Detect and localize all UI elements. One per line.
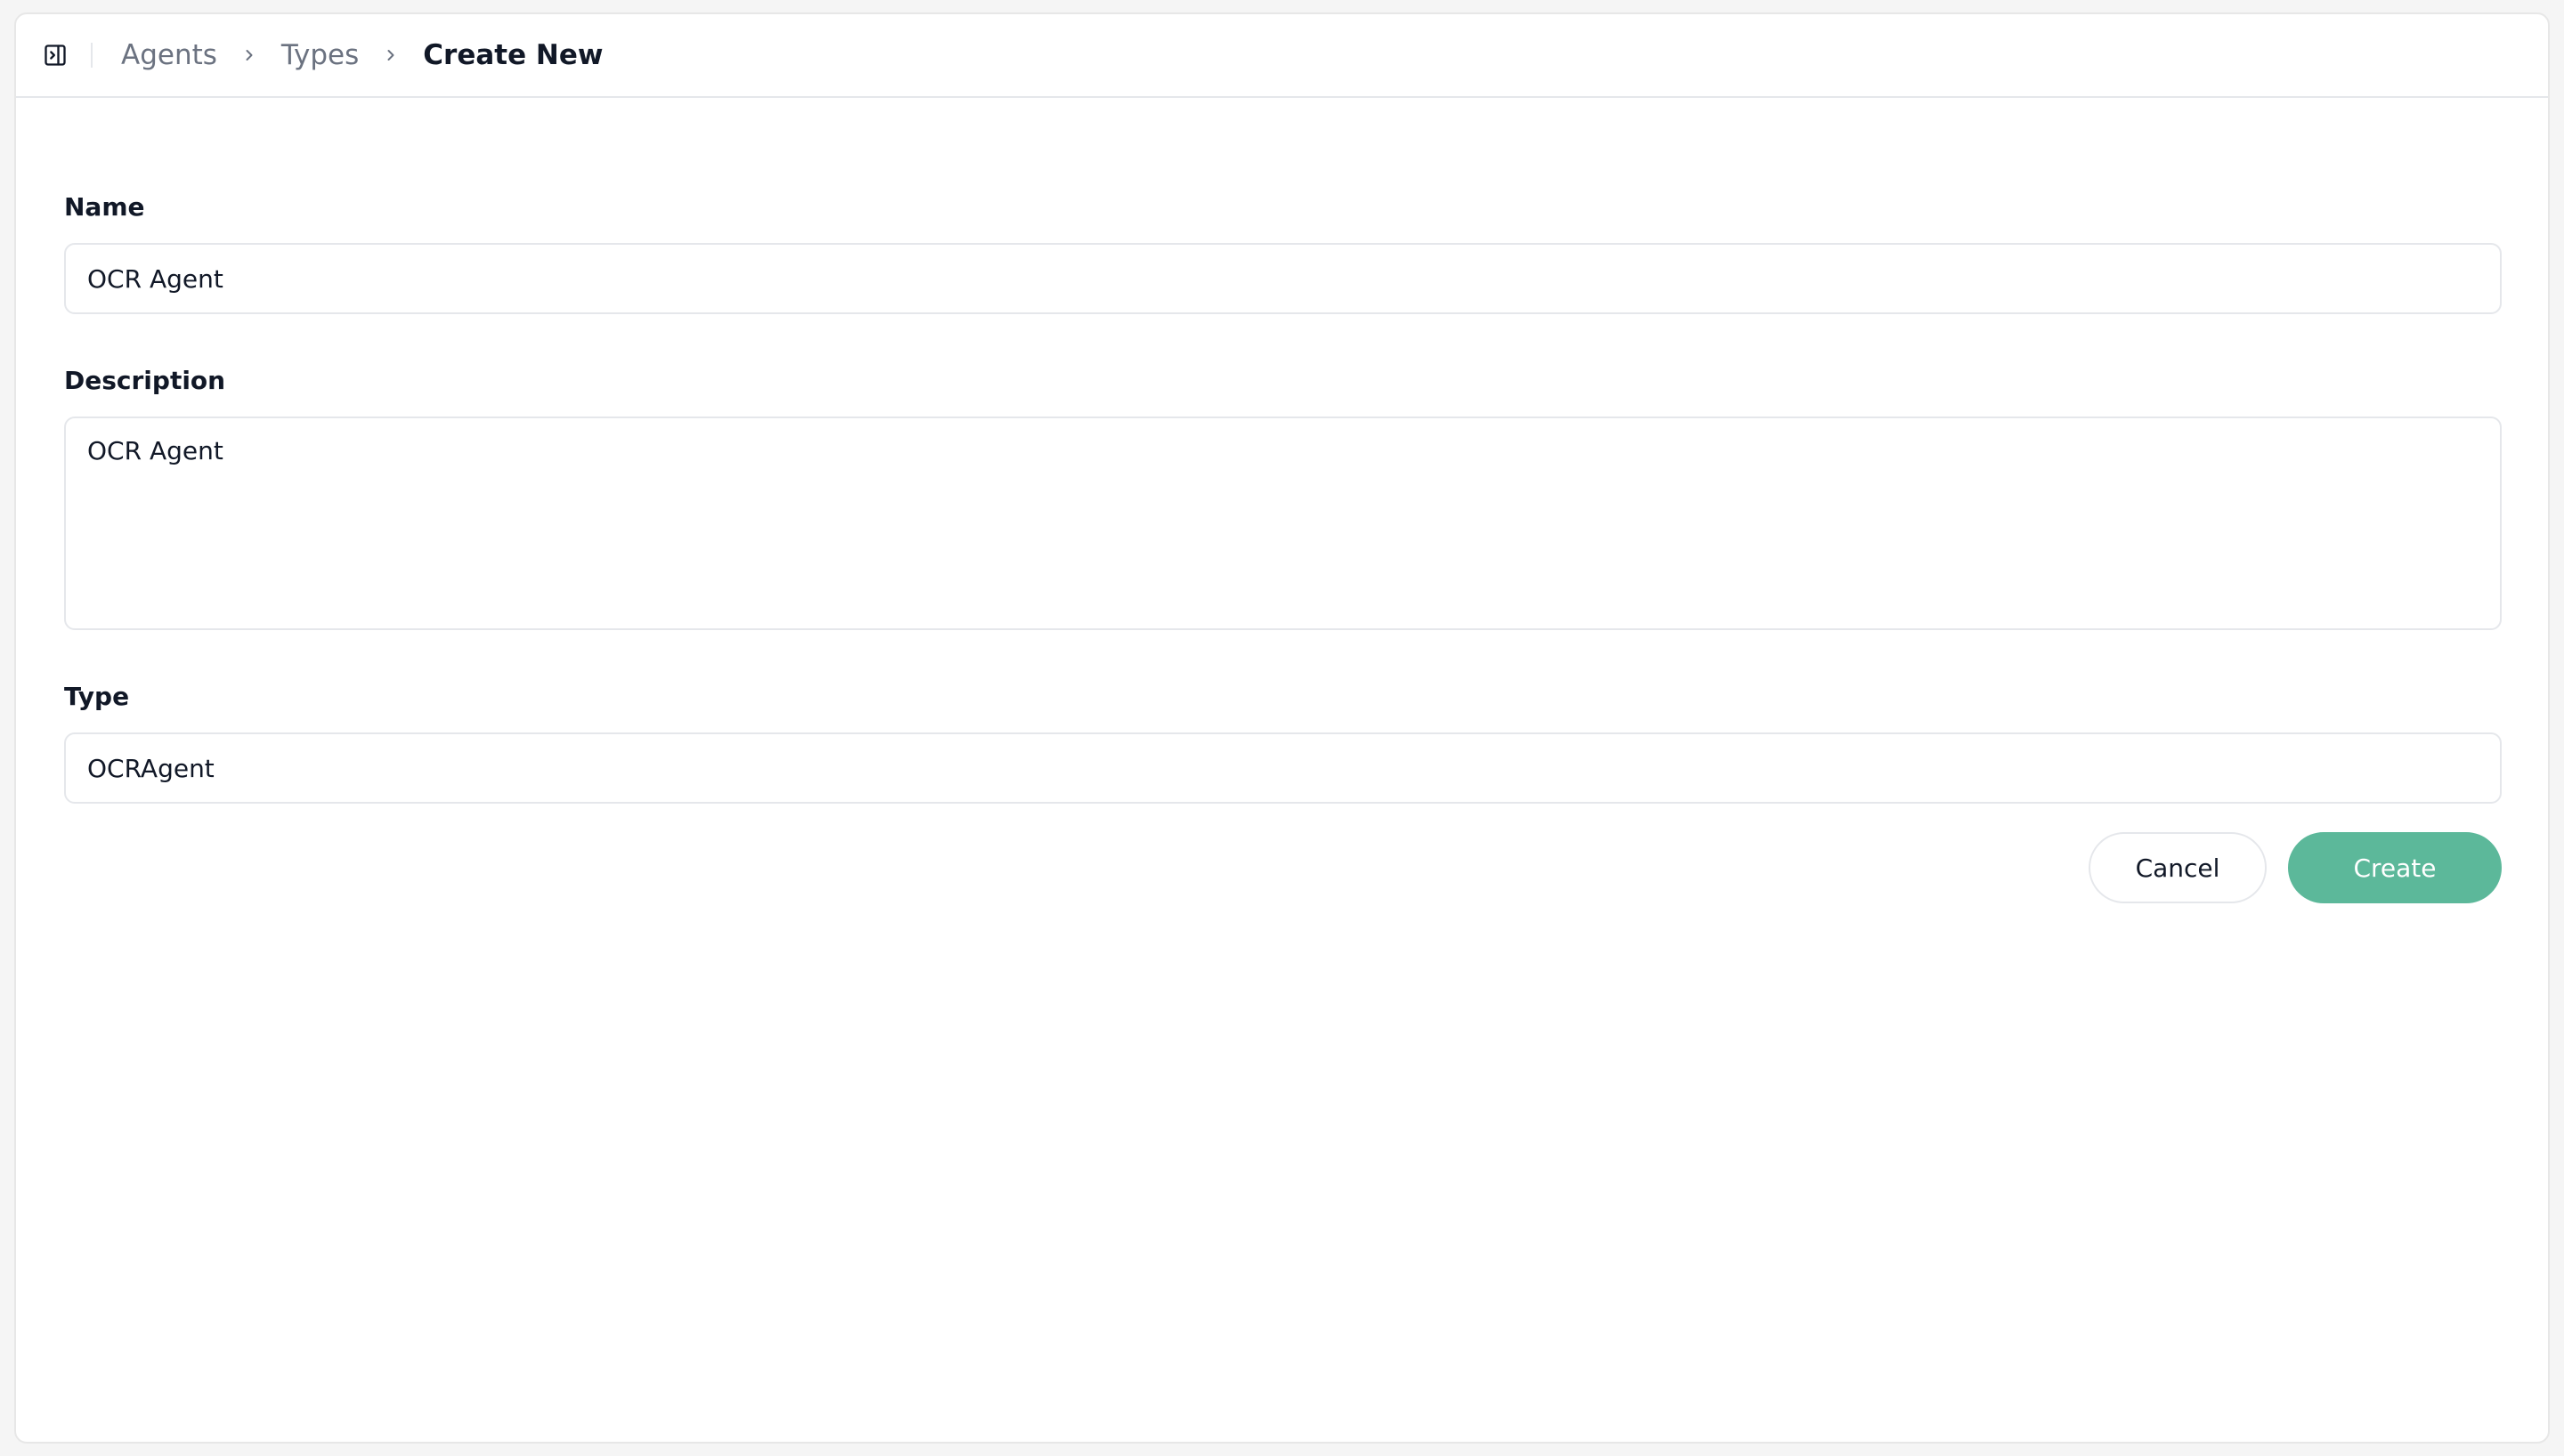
description-field-group: Description OCR Agent (64, 366, 2502, 630)
description-label: Description (64, 366, 226, 395)
description-textarea[interactable]: OCR Agent (64, 417, 2502, 630)
cancel-button[interactable]: Cancel (2089, 832, 2267, 903)
top-bar: Agents Types Create New (16, 14, 2548, 98)
create-agent-type-form: Name Description OCR Agent Type Cancel C… (64, 192, 2502, 903)
breadcrumb-current-page: Create New (423, 39, 604, 71)
toolbar-divider (91, 43, 93, 68)
chevron-right-icon (382, 46, 400, 64)
type-input[interactable] (64, 732, 2502, 804)
breadcrumb-types[interactable]: Types (281, 39, 359, 71)
create-button[interactable]: Create (2288, 832, 2502, 903)
type-label: Type (64, 682, 130, 711)
name-field-group: Name (64, 192, 2502, 314)
name-input[interactable] (64, 243, 2502, 314)
sidebar-toggle-icon[interactable] (37, 37, 73, 73)
chevron-right-icon (240, 46, 258, 64)
name-label: Name (64, 192, 145, 222)
app-window: Agents Types Create New Name Description… (14, 12, 2550, 1444)
type-field-group: Type (64, 682, 2502, 804)
form-actions: Cancel Create (64, 832, 2502, 903)
breadcrumb: Agents Types Create New (121, 39, 604, 71)
breadcrumb-agents[interactable]: Agents (121, 39, 217, 71)
